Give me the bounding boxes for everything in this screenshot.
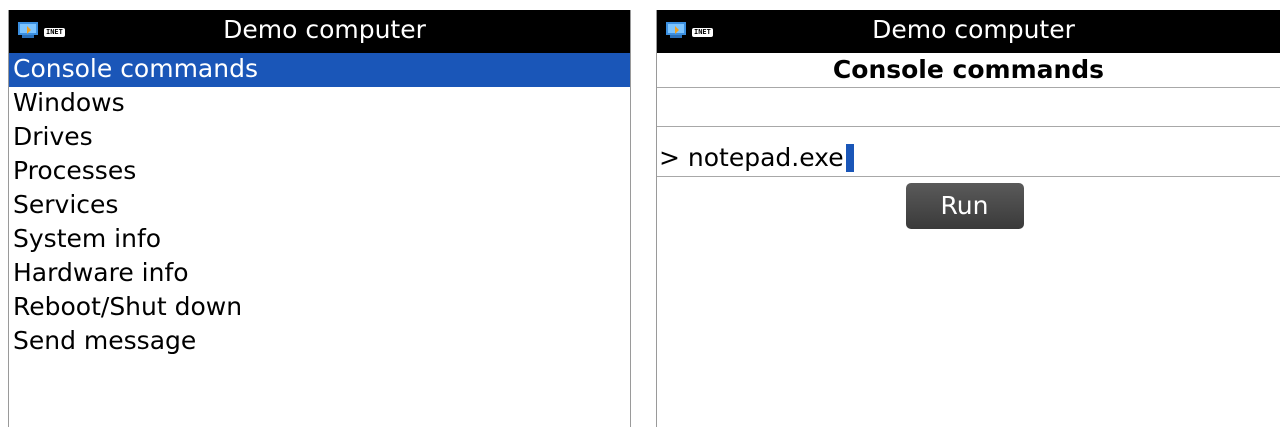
menu-item-windows[interactable]: Windows	[9, 87, 630, 121]
menu-screen: INET Demo computer Console commands Wind…	[8, 10, 631, 427]
command-text: > notepad.exe	[659, 143, 844, 172]
console-screen: INET Demo computer Console commands > no…	[656, 10, 1280, 427]
menu-item-reboot-shutdown[interactable]: Reboot/Shut down	[9, 291, 630, 325]
menu-item-services[interactable]: Services	[9, 189, 630, 223]
run-button[interactable]: Run	[905, 183, 1024, 229]
title-bar: INET Demo computer	[657, 10, 1280, 53]
title-bar: INET Demo computer	[9, 10, 630, 53]
menu-item-console-commands[interactable]: Console commands	[9, 53, 630, 87]
menu-item-hardware-info[interactable]: Hardware info	[9, 257, 630, 291]
command-input[interactable]: > notepad.exe	[657, 139, 1280, 177]
text-cursor	[845, 143, 854, 172]
page-title: Console commands	[832, 55, 1105, 84]
menu-item-system-info[interactable]: System info	[9, 223, 630, 257]
menu-item-processes[interactable]: Processes	[9, 155, 630, 189]
window-title: Demo computer	[223, 15, 426, 44]
window-title: Demo computer	[872, 15, 1075, 44]
divider	[657, 87, 1280, 127]
menu-item-send-message[interactable]: Send message	[9, 325, 630, 359]
menu-item-drives[interactable]: Drives	[9, 121, 630, 155]
menu-list: Console commands Windows Drives Processe…	[9, 53, 630, 359]
